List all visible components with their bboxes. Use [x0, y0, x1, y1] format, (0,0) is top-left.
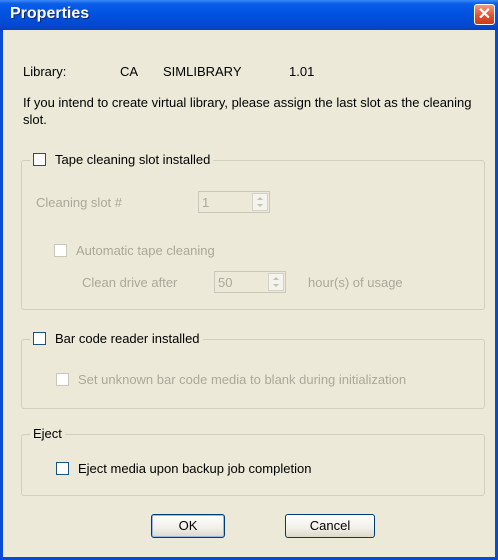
auto-cleaning-row[interactable]: Automatic tape cleaning: [54, 243, 215, 258]
clean-hours-stepper[interactable]: 50: [214, 271, 286, 293]
cleaning-slot-stepper[interactable]: 1: [198, 191, 270, 213]
tape-cleaning-group: Tape cleaning slot installed Cleaning sl…: [21, 152, 485, 310]
eject-group-title: Eject: [30, 426, 65, 441]
window-title: Properties: [10, 5, 90, 22]
clean-after-label: Clean drive after: [82, 275, 178, 290]
cancel-button[interactable]: Cancel: [285, 514, 375, 538]
library-name: SIMLIBRARY: [163, 64, 242, 79]
barcode-group: Bar code reader installed Set unknown ba…: [21, 331, 485, 409]
dialog-content: Library: CA SIMLIBRARY 1.01 If you inten…: [3, 30, 495, 557]
unknown-media-label: Set unknown bar code media to blank duri…: [78, 372, 407, 387]
properties-dialog: Properties ✕ Library: CA SIMLIBRARY 1.01…: [0, 0, 498, 560]
tape-cleaning-checkbox-row[interactable]: Tape cleaning slot installed: [30, 152, 214, 167]
title-bar[interactable]: Properties ✕: [0, 0, 498, 30]
hours-suffix-label: hour(s) of usage: [308, 275, 403, 290]
eject-media-label: Eject media upon backup job completion: [78, 461, 312, 476]
barcode-checkbox-row[interactable]: Bar code reader installed: [30, 331, 203, 346]
library-label: Library:: [23, 64, 67, 79]
clean-hours-value: 50: [218, 275, 233, 290]
tape-cleaning-checkbox[interactable]: [33, 153, 46, 166]
tape-cleaning-label: Tape cleaning slot installed: [55, 152, 211, 167]
unknown-media-row[interactable]: Set unknown bar code media to blank duri…: [56, 372, 406, 387]
barcode-label: Bar code reader installed: [55, 331, 200, 346]
barcode-checkbox[interactable]: [33, 332, 46, 345]
close-button[interactable]: ✕: [474, 4, 495, 25]
close-icon: ✕: [477, 6, 492, 23]
cleaning-slot-value: 1: [202, 195, 210, 210]
eject-media-checkbox[interactable]: [56, 462, 69, 475]
spin-arrows-icon[interactable]: [268, 273, 284, 291]
unknown-media-checkbox[interactable]: [56, 373, 69, 386]
eject-media-row[interactable]: Eject media upon backup job completion: [56, 461, 311, 476]
spin-arrows-icon[interactable]: [252, 193, 268, 211]
library-version: 1.01: [289, 64, 315, 79]
ok-button[interactable]: OK: [151, 514, 225, 538]
library-vendor: CA: [120, 64, 139, 79]
auto-cleaning-label: Automatic tape cleaning: [76, 243, 215, 258]
auto-cleaning-checkbox[interactable]: [54, 244, 67, 257]
eject-group: Eject Eject media upon backup job comple…: [21, 426, 485, 496]
virtual-library-note: If you intend to create virtual library,…: [23, 95, 472, 127]
cleaning-slot-label: Cleaning slot #: [36, 195, 122, 210]
